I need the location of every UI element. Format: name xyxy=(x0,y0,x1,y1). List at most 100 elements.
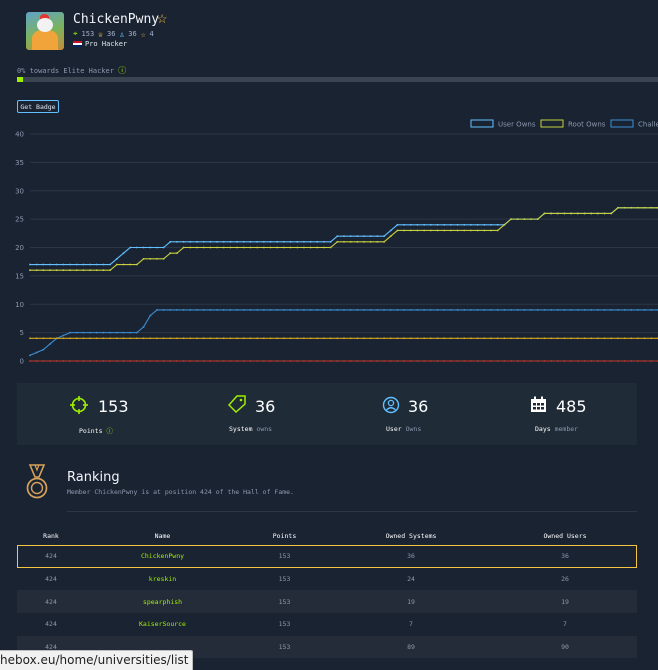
data-point xyxy=(429,360,432,362)
data-point xyxy=(349,309,352,311)
cell-points: 153 xyxy=(278,643,291,652)
data-point xyxy=(356,360,359,362)
data-point xyxy=(29,263,31,266)
data-point xyxy=(149,360,152,362)
cell-owned-users: 7 xyxy=(563,620,567,629)
data-point xyxy=(29,337,31,340)
ranking-table: Rank Name Points Owned Systems Owned Use… xyxy=(17,527,637,659)
data-point xyxy=(256,337,259,340)
data-point xyxy=(69,337,71,340)
table-row[interactable]: 424 kreskin 153 24 26 xyxy=(17,568,637,591)
data-point xyxy=(369,240,372,243)
cell-name-link[interactable]: spearphish xyxy=(85,598,240,606)
data-point xyxy=(650,206,653,209)
days-label-text: Days xyxy=(535,425,551,433)
data-point xyxy=(82,269,85,272)
data-point xyxy=(122,360,125,362)
data-point xyxy=(570,309,573,311)
get-badge-button[interactable]: Get Badge xyxy=(17,100,59,113)
table-row-highlighted[interactable]: 424 ChickenPwny 153 36 36 xyxy=(17,545,637,568)
data-point xyxy=(115,360,118,362)
data-point xyxy=(550,337,553,340)
y-tick-label: 30 xyxy=(15,187,24,195)
data-point xyxy=(316,246,319,249)
data-point xyxy=(269,246,272,249)
data-point xyxy=(650,360,653,362)
data-point xyxy=(630,309,633,311)
data-point xyxy=(249,309,252,311)
username: ChickenPwny xyxy=(73,12,160,27)
data-point xyxy=(356,240,359,243)
data-point xyxy=(229,246,232,249)
data-point xyxy=(510,337,512,340)
data-point xyxy=(95,337,98,340)
data-point xyxy=(156,257,158,260)
avatar[interactable] xyxy=(26,12,64,50)
data-point xyxy=(69,360,71,362)
trophy-icon: ♕ xyxy=(98,29,103,39)
data-point xyxy=(282,309,285,311)
data-point xyxy=(122,263,125,266)
user-owns-value: 36 xyxy=(408,397,429,416)
data-point xyxy=(89,263,92,266)
data-point xyxy=(349,235,352,238)
data-point xyxy=(403,360,406,362)
column-header-owned-users[interactable]: Owned Users xyxy=(493,532,637,540)
data-point xyxy=(436,337,439,340)
data-point xyxy=(396,309,399,311)
cell-name-link[interactable]: KaiserSource xyxy=(85,620,240,628)
data-point xyxy=(162,337,165,340)
data-point xyxy=(570,212,573,215)
data-point xyxy=(556,212,559,215)
data-point xyxy=(496,337,499,340)
data-point xyxy=(389,229,392,232)
data-point xyxy=(329,240,332,243)
data-point xyxy=(62,263,65,266)
info-icon[interactable]: ⓘ xyxy=(118,66,126,75)
data-point xyxy=(202,246,205,249)
data-point xyxy=(196,240,198,243)
data-point xyxy=(75,269,78,272)
cell-owned-systems: 89 xyxy=(407,643,415,652)
data-point xyxy=(102,337,105,340)
uk-flag-icon xyxy=(73,41,82,47)
data-point xyxy=(75,337,78,340)
data-point xyxy=(69,263,71,266)
data-point xyxy=(496,309,499,311)
info-icon[interactable]: ⓘ xyxy=(106,427,113,435)
data-point xyxy=(216,360,218,362)
data-point xyxy=(336,360,339,362)
data-point xyxy=(383,240,385,243)
data-point xyxy=(309,240,312,243)
data-point xyxy=(516,360,519,362)
stat-card-user-owns: 36 User Owns xyxy=(327,383,482,445)
column-header-name[interactable]: Name xyxy=(85,532,240,540)
user-owns-label: User Owns xyxy=(386,425,421,433)
column-header-owned-systems[interactable]: Owned Systems xyxy=(329,532,493,540)
data-point xyxy=(403,229,406,232)
data-point xyxy=(396,337,399,340)
data-point xyxy=(363,360,365,362)
y-tick-label: 25 xyxy=(15,216,24,224)
data-point xyxy=(209,337,212,340)
system-owns-sub: owns xyxy=(256,425,273,433)
data-point xyxy=(29,360,31,362)
data-point xyxy=(556,309,559,311)
data-point xyxy=(343,309,345,311)
data-point xyxy=(82,263,85,266)
data-point xyxy=(456,223,459,226)
table-row[interactable]: 424 KaiserSource 153 7 7 xyxy=(17,613,637,636)
data-point xyxy=(523,309,526,311)
table-row[interactable]: 424 spearphish 153 19 19 xyxy=(17,590,637,614)
cell-name-link[interactable]: ChickenPwny xyxy=(85,552,240,560)
cell-name-link[interactable]: kreskin xyxy=(85,575,240,583)
column-header-points[interactable]: Points xyxy=(240,532,329,540)
data-point xyxy=(389,309,392,311)
data-point xyxy=(55,269,58,272)
column-header-rank[interactable]: Rank xyxy=(17,532,85,540)
system-owns-value: 36 xyxy=(255,397,276,416)
favorite-star-icon[interactable]: ☆ xyxy=(157,10,167,27)
data-point xyxy=(316,240,319,243)
data-point xyxy=(583,212,586,215)
data-point xyxy=(82,360,85,362)
